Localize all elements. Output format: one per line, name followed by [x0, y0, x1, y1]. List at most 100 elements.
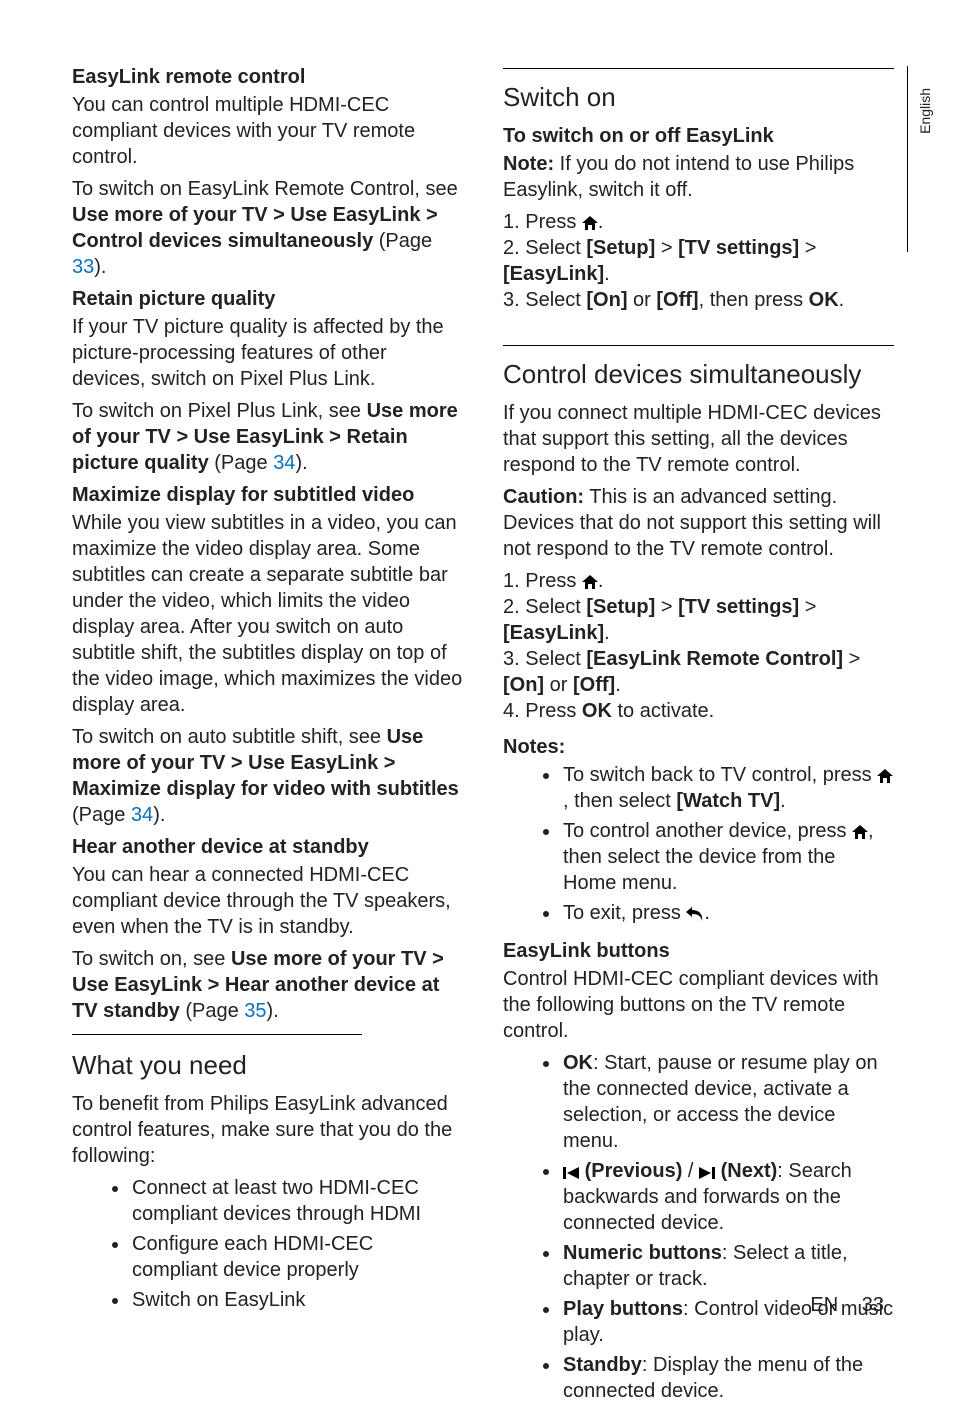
heading-maximize-display: Maximize display for subtitled video: [72, 482, 463, 508]
home-icon: [852, 820, 868, 842]
caution-text: Caution: This is an advanced setting. De…: [503, 484, 894, 562]
page-link[interactable]: 34: [131, 804, 153, 826]
menu-setup: [Setup]: [586, 596, 655, 618]
text: ).: [267, 1000, 279, 1022]
step-text: 1. Press . 2. Select [Setup] > [TV setti…: [503, 568, 894, 724]
list-item: To switch back to TV control, press , th…: [561, 762, 894, 814]
text: .: [704, 902, 710, 924]
list-item: Standby: Display the menu of the connect…: [561, 1352, 894, 1404]
home-icon: [582, 211, 598, 233]
step-text: 1. Press . 2. Select [Setup] > [TV setti…: [503, 209, 894, 313]
text: 2. Select: [503, 237, 586, 259]
text: >: [799, 596, 816, 618]
heading-control-devices: Control devices simultaneously: [503, 350, 894, 392]
text: .: [780, 790, 786, 812]
page-link[interactable]: 35: [244, 1000, 266, 1022]
text: To exit, press: [563, 902, 686, 924]
body-text: You can hear a connected HDMI-CEC compli…: [72, 862, 463, 940]
text: 4. Press: [503, 700, 582, 722]
button-ok: OK: [809, 289, 839, 311]
text: to activate.: [612, 700, 714, 722]
text: >: [799, 237, 816, 259]
body-text: To switch on auto subtitle shift, see Us…: [72, 724, 463, 828]
body-text: To switch on, see Use more of your TV > …: [72, 946, 463, 1024]
left-column: EasyLink remote control You can control …: [72, 60, 463, 1410]
text: ).: [295, 452, 307, 474]
text: (Page: [72, 804, 131, 826]
body-text: Control HDMI-CEC compliant devices with …: [503, 966, 894, 1044]
text: To control another device, press: [563, 820, 852, 842]
previous-icon: [563, 1160, 579, 1182]
option-watch-tv: [Watch TV]: [676, 790, 780, 812]
body-text: To switch on Pixel Plus Link, see Use mo…: [72, 398, 463, 476]
notes-list: To switch back to TV control, press , th…: [503, 762, 894, 926]
label-note: Note:: [503, 153, 554, 175]
text: >: [655, 237, 678, 259]
list-item: Numeric buttons: Select a title, chapter…: [561, 1240, 894, 1292]
menu-tv-settings: [TV settings]: [678, 237, 799, 259]
button-ok: OK: [563, 1052, 593, 1074]
text: (Page: [209, 452, 273, 474]
text: To switch on Pixel Plus Link, see: [72, 400, 367, 422]
menu-setup: [Setup]: [586, 237, 655, 259]
menu-tv-settings: [TV settings]: [678, 596, 799, 618]
heading-what-you-need: What you need: [72, 1041, 463, 1083]
text: .: [615, 674, 621, 696]
menu-easylink-remote: [EasyLink Remote Control]: [586, 648, 843, 670]
menu-easylink: [EasyLink]: [503, 263, 604, 285]
option-on: [On]: [503, 674, 544, 696]
option-on: [On]: [586, 289, 627, 311]
text: (Page: [180, 1000, 244, 1022]
button-standby: Standby: [563, 1354, 642, 1376]
heading-notes: Notes:: [503, 734, 894, 760]
heading-retain-quality: Retain picture quality: [72, 286, 463, 312]
footer-page-number: 33: [862, 1294, 884, 1316]
list-item: Switch on EasyLink: [130, 1287, 463, 1313]
list-item: Connect at least two HDMI-CEC compliant …: [130, 1175, 463, 1227]
body-text: To benefit from Philips EasyLink advance…: [72, 1091, 463, 1169]
divider: [503, 345, 894, 346]
columns: EasyLink remote control You can control …: [72, 60, 894, 1410]
list-item: Configure each HDMI-CEC compliant device…: [130, 1231, 463, 1283]
text: 1. Press: [503, 211, 582, 233]
list-item: To control another device, press , then …: [561, 818, 894, 896]
text: 2. Select: [503, 596, 586, 618]
heading-hear-standby: Hear another device at standby: [72, 834, 463, 860]
body-text: If you connect multiple HDMI-CEC devices…: [503, 400, 894, 478]
footer-lang: EN: [810, 1294, 838, 1316]
text: To switch on EasyLink Remote Control, se…: [72, 178, 458, 200]
button-play: Play buttons: [563, 1298, 683, 1320]
text: 3. Select: [503, 289, 586, 311]
label-caution: Caution:: [503, 486, 584, 508]
text: /: [682, 1160, 699, 1182]
text: >: [655, 596, 678, 618]
divider: [503, 68, 894, 69]
text: (Page: [373, 230, 432, 252]
button-next: (Next): [721, 1160, 778, 1182]
option-off: [Off]: [656, 289, 698, 311]
right-column: Switch on To switch on or off EasyLink N…: [503, 60, 894, 1410]
home-icon: [877, 764, 893, 786]
divider: [72, 1034, 362, 1035]
buttons-list: OK: Start, pause or resume play on the c…: [503, 1050, 894, 1404]
language-tab: English: [916, 88, 934, 134]
page-link[interactable]: 33: [72, 256, 94, 278]
body-text: If your TV picture quality is affected b…: [72, 314, 463, 392]
text: .: [604, 263, 610, 285]
text: .: [839, 289, 845, 311]
page: English EasyLink remote control You can …: [0, 0, 954, 1354]
text: or: [544, 674, 573, 696]
page-footer: EN 33: [810, 1292, 884, 1318]
text: or: [627, 289, 656, 311]
text: .: [604, 622, 610, 644]
heading-easylink-buttons: EasyLink buttons: [503, 938, 894, 964]
list-item: OK: Start, pause or resume play on the c…: [561, 1050, 894, 1154]
text: 3. Select: [503, 648, 586, 670]
page-link[interactable]: 34: [273, 452, 295, 474]
home-icon: [582, 570, 598, 592]
heading-easylink-remote: EasyLink remote control: [72, 64, 463, 90]
list-item: To exit, press .: [561, 900, 894, 926]
subheading-switch-easylink: To switch on or off EasyLink: [503, 123, 894, 149]
menu-easylink: [EasyLink]: [503, 622, 604, 644]
body-text: You can control multiple HDMI-CEC compli…: [72, 92, 463, 170]
